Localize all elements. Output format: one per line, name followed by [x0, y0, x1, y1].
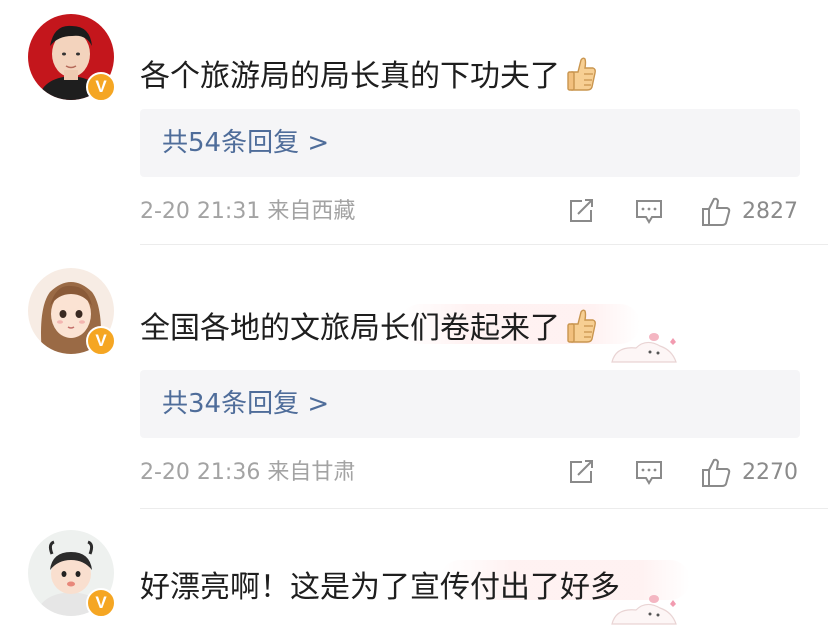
like-count: 2827	[742, 199, 798, 224]
comment-text-row: 全国各地的文旅局长们卷起来了	[140, 308, 598, 349]
replies-box[interactable]: 共54条回复 >	[140, 109, 800, 177]
comment-text: 各个旅游局的局长真的下功夫了	[140, 59, 560, 94]
divider	[140, 244, 828, 245]
divider	[140, 508, 828, 509]
comment-text-row: 各个旅游局的局长真的下功夫了	[140, 56, 598, 97]
comment-item: V 全国各地的文旅局长们卷起来了 共34条回复 > 2-20 21:36 来自甘…	[0, 246, 828, 509]
avatar[interactable]: V	[28, 14, 116, 102]
comment-meta: 2-20 21:31 来自西藏 2827	[140, 192, 800, 232]
verified-badge: V	[86, 326, 116, 356]
comment-icon[interactable]	[634, 457, 664, 489]
thumbs-up-icon	[702, 458, 731, 487]
view-replies-link[interactable]: 共34条回复 >	[162, 384, 329, 424]
like-button[interactable]: 2270	[700, 457, 800, 489]
comment-text: 全国各地的文旅局长们卷起来了	[140, 311, 560, 346]
replies-box[interactable]: 共34条回复 >	[140, 370, 800, 438]
like-button[interactable]: 2827	[700, 196, 800, 228]
cat-sticker-icon	[606, 330, 696, 366]
cat-sticker-icon	[606, 592, 696, 628]
comment-icon[interactable]	[634, 196, 664, 228]
verified-badge: V	[86, 588, 116, 618]
comment-text: 好漂亮啊！这是为了宣传付出了好多	[140, 570, 620, 605]
comment-item: V 好漂亮啊！这是为了宣传付出了好多	[0, 510, 828, 631]
comment-text-row: 好漂亮啊！这是为了宣传付出了好多	[140, 568, 620, 608]
comment-meta: 2-20 21:36 来自甘肃 2270	[140, 453, 800, 493]
share-icon[interactable]	[566, 196, 596, 228]
view-replies-link[interactable]: 共54条回复 >	[162, 123, 329, 163]
like-count: 2270	[742, 460, 798, 485]
comment-time-location: 2-20 21:36 来自甘肃	[140, 460, 356, 485]
thumbs-up-emoji-icon	[566, 56, 598, 92]
avatar[interactable]: V	[28, 530, 116, 618]
share-icon[interactable]	[566, 457, 596, 489]
thumbs-up-emoji-icon	[566, 308, 598, 344]
comment-time-location: 2-20 21:31 来自西藏	[140, 199, 356, 224]
verified-badge: V	[86, 72, 116, 102]
avatar[interactable]: V	[28, 268, 116, 356]
comment-item: V 各个旅游局的局长真的下功夫了 共54条回复 > 2-20 21:31 来自西…	[0, 0, 828, 245]
thumbs-up-icon	[702, 197, 731, 226]
